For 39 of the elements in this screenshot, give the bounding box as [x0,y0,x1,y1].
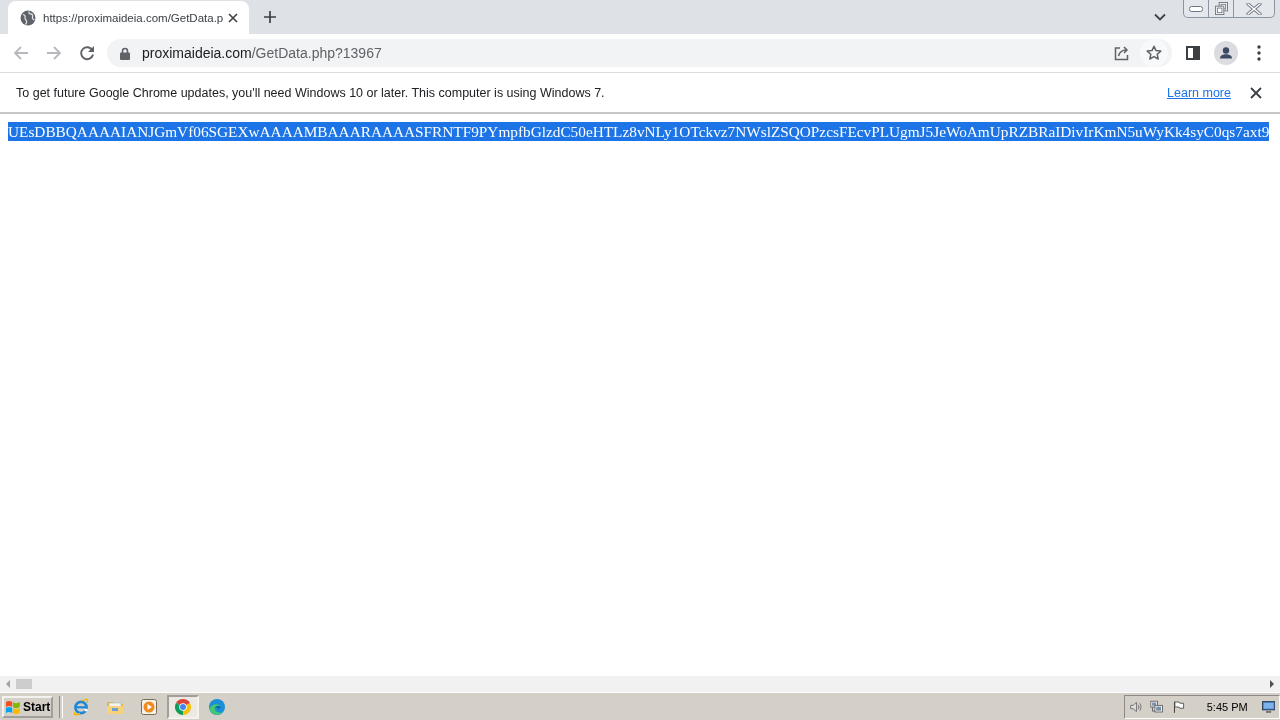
bookmark-button[interactable] [1140,39,1168,67]
avatar-icon [1214,41,1238,65]
start-button[interactable]: Start [2,695,53,718]
side-panel-icon [1186,46,1200,60]
browser-logo-icon [175,698,191,715]
horizontal-scrollbar[interactable] [0,676,1280,692]
right-triangle-icon [1270,680,1274,688]
left-triangle-icon [6,680,10,688]
plus-icon [264,11,277,23]
network-icon[interactable] [1150,698,1164,715]
play-icon [141,698,157,715]
minimize-icon [1189,5,1203,12]
url-text: proximaideia.com/GetData.php?13967 [142,45,382,61]
globe-icon [20,9,36,26]
close-icon [1246,2,1262,15]
back-arrow-icon [13,45,29,61]
letter-e-icon [72,697,90,716]
share-icon [1114,45,1130,61]
browser-tab[interactable]: https://proximaideia.com/GetData.p [8,1,250,34]
wave-logo-icon [209,698,225,715]
close-icon [228,12,239,23]
reload-icon [79,45,95,61]
flag-icon[interactable] [1171,698,1185,715]
page-text: UEsDBBQAAAAIANJGmVf06SGEXwAAAAMBAAARAAAASFRNTF9PYmpfbGlzdC50eHTLz8vNLy1OTckvz7NWslZSQOPzcsFEcvPLUgmJ5JeWoAmUpRZBRaIDivIrKmN5uWyKk4syC0qs7axt9 [8,122,1270,141]
scrollbar-thumb[interactable] [16,679,32,689]
flag-logo-icon [5,698,21,715]
star-icon [1146,45,1162,61]
taskbar-button[interactable] [167,694,199,719]
clock-text[interactable]: 5:45 PM [1206,700,1248,713]
close-icon [1250,86,1262,99]
infobar-message: To get future Google Chrome updates, you'll need Windows 10 or later. This computer is using Windows 7. [16,85,605,100]
address-bar[interactable]: proximaideia.com/GetData.php?13967 [107,39,1172,67]
forward-arrow-icon [46,45,62,61]
show-desktop-icon[interactable] [1261,699,1275,714]
caret-icon [1154,13,1166,21]
menu-icon [1257,45,1261,61]
learn-more-link[interactable]: Learn more [1167,85,1231,100]
lock-icon [120,46,130,60]
restore-icon [1214,2,1228,15]
